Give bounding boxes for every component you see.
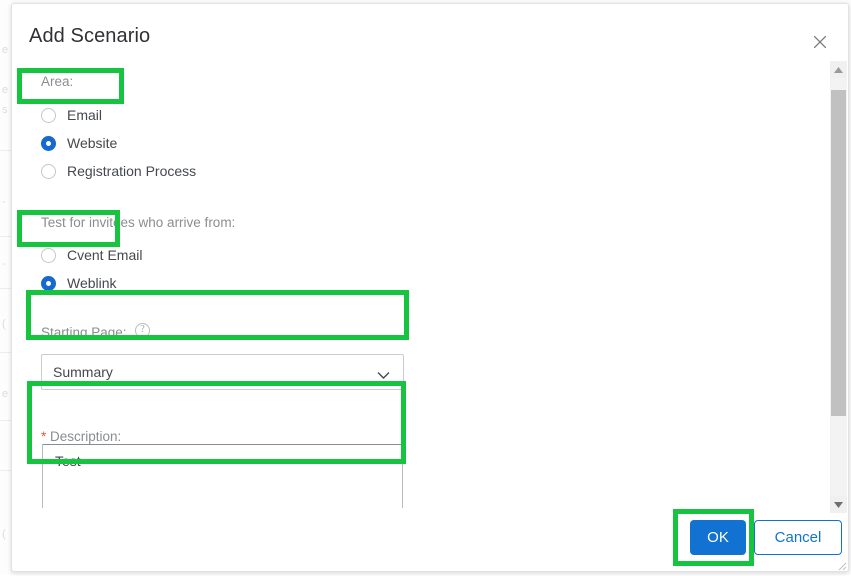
background-divider [0,150,11,151]
radio-label: Website [67,135,118,151]
description-label-wrap: * Description: [41,429,121,444]
radio-arrival-weblink[interactable]: Weblink [41,272,117,294]
background-ghost-text: e [2,388,9,400]
radio-indicator-selected [41,135,56,151]
radio-area-website[interactable]: Website [41,132,117,154]
background-ghost-text: ( [2,318,6,330]
background-left-strip: e e s - - ( e ( [0,0,11,575]
close-icon[interactable] [806,28,834,56]
background-divider [0,288,11,289]
dialog-body: Area: Email Website Registration Process… [12,61,850,508]
arrival-group-label: Test for invitees who arrive from: [41,215,236,230]
dialog-title: Add Scenario [29,25,151,47]
radio-indicator [41,107,56,123]
help-circle-icon[interactable]: ? [135,323,150,338]
chevron-down-icon [377,367,390,385]
add-scenario-dialog: Add Scenario Area: Email Website Registr… [11,3,849,572]
radio-label: Weblink [67,275,117,291]
starting-page-label: Starting Page: [41,325,127,340]
background-divider [0,236,11,237]
radio-indicator-selected [41,275,56,291]
ok-button[interactable]: OK [690,520,746,555]
scroll-thumb[interactable] [831,90,846,416]
background-divider [0,420,11,421]
radio-indicator [41,163,56,179]
description-value: Test [55,453,81,469]
radio-label: Email [67,107,103,123]
required-asterisk: * [41,429,47,444]
radio-label: Registration Process [67,163,197,179]
resize-handle[interactable] [835,558,847,571]
triangle-down-icon[interactable] [830,496,847,513]
description-label: Description: [50,429,122,444]
background-divider [0,352,11,353]
description-textarea[interactable]: Test [42,444,403,508]
triangle-up-icon[interactable] [830,61,847,78]
radio-arrival-cvent-email[interactable]: Cvent Email [41,244,142,266]
background-ghost-text: e [2,84,9,96]
radio-area-email[interactable]: Email [41,104,102,126]
cancel-button[interactable]: Cancel [754,520,842,555]
starting-page-select[interactable]: Summary [41,354,404,390]
background-ghost-text: e [2,44,9,56]
vertical-scrollbar[interactable] [830,61,847,513]
background-ghost-text: - [2,258,6,270]
radio-area-registration-process[interactable]: Registration Process [41,160,196,182]
background-ghost-text: ( [2,528,6,540]
background-ghost-text: - [2,196,6,208]
background-divider [0,470,11,471]
area-group-label: Area: [41,74,74,89]
radio-label: Cvent Email [67,247,143,263]
background-ghost-text: s [2,104,8,116]
starting-page-selected-value: Summary [53,364,113,380]
radio-indicator [41,247,56,263]
